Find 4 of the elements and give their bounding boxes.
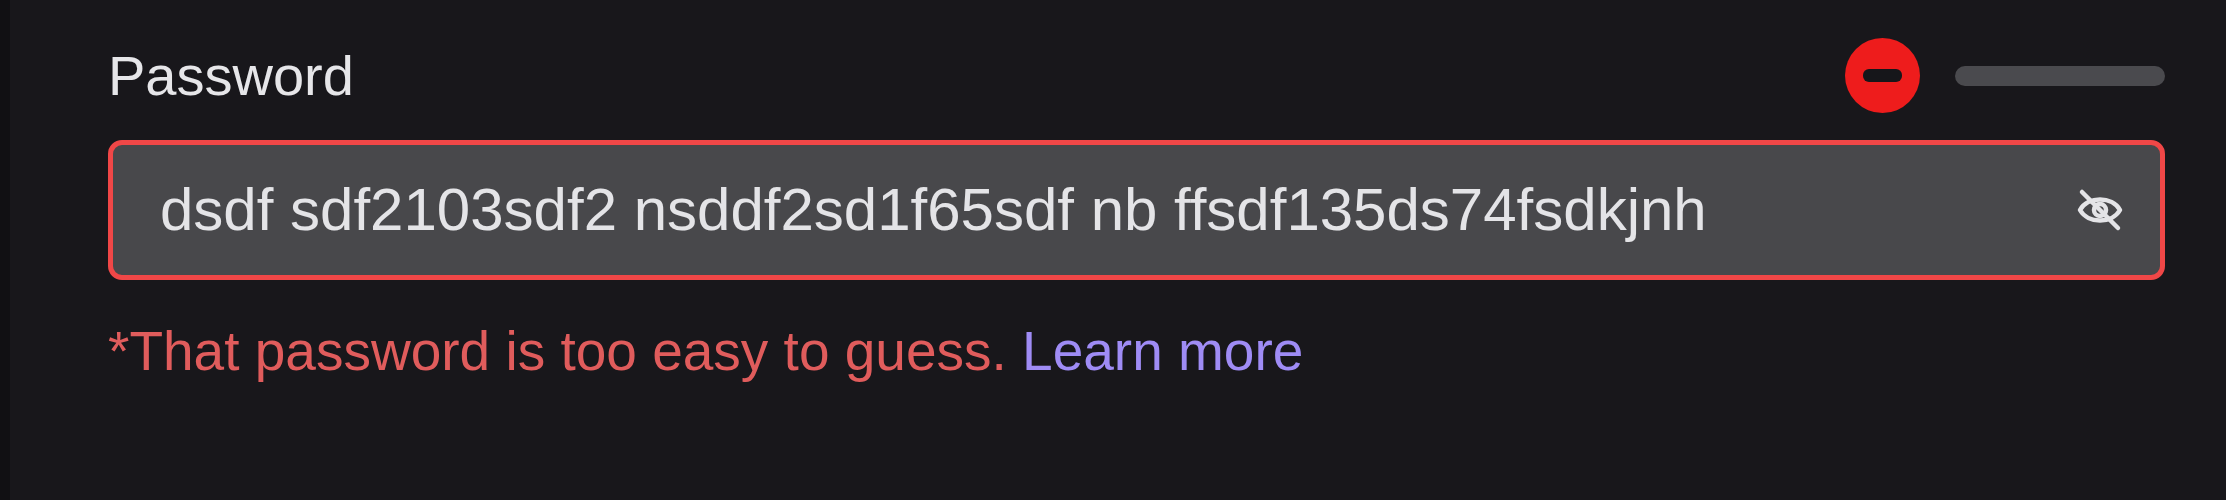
learn-more-link[interactable]: Learn more: [1022, 320, 1304, 382]
field-label: Password: [108, 47, 354, 104]
error-message: *That password is too easy to guess. Learn more: [108, 319, 1305, 384]
password-field[interactable]: dsdf sdf2103sdf2 nsddf2sd1f65sdf nb ffsdf135ds74fsdkjnh: [108, 140, 2165, 280]
